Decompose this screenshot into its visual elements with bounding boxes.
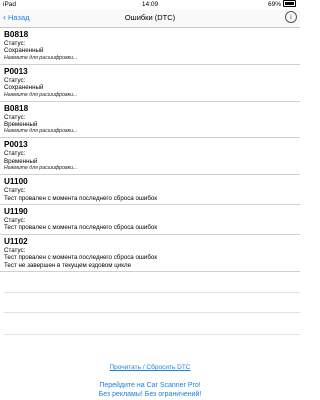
- page-title: Ошибки (DTC): [124, 13, 176, 22]
- dtc-code: U1102: [4, 236, 28, 246]
- dtc-status-value: Тест провален с момента последнего сброс…: [4, 224, 158, 232]
- dtc-status-value: Сохраненный: [4, 84, 44, 92]
- read-reset-dtc-link[interactable]: Прочитать / Сбросить DTC: [0, 364, 300, 371]
- dtc-decode-hint: Нажмите для расшифровки...: [4, 165, 78, 172]
- dtc-row[interactable]: B0818 Статус: Сохраненный Нажмите для расши…: [0, 28, 300, 65]
- upgrade-pro-link[interactable]: Перейдите на Car Scanner Pro! Без реклам…: [0, 382, 300, 399]
- navigation-bar: ‹ Назад Ошибки (DTC) i: [0, 10, 300, 28]
- dtc-code: U1190: [4, 207, 28, 217]
- dtc-row[interactable]: U1102 Статус: Тест провален с момента посл…: [0, 235, 300, 273]
- dtc-decode-hint: Нажмите для расшифровки...: [4, 54, 78, 61]
- dtc-row[interactable]: P0013 Статус: Сохраненный Нажмите для расши…: [0, 65, 300, 102]
- status-time: 14:09: [141, 1, 159, 8]
- dtc-status-value: Тест не завершен в текущем ездовом цикле: [4, 261, 132, 269]
- dtc-row[interactable]: U1190 Статус: Тест провален с момента посл…: [0, 205, 300, 235]
- dtc-status-label: Статус:: [4, 76, 26, 84]
- dtc-status-value: Временный: [4, 157, 38, 165]
- dtc-decode-hint: Нажмите для расшифровки...: [4, 91, 78, 98]
- empty-row-separator: [4, 292, 300, 293]
- dtc-status-label: Статус:: [4, 40, 26, 47]
- dtc-code: P0013: [4, 140, 28, 150]
- status-bar: iPad 14:09 69%: [0, 0, 300, 10]
- promo-line-2: Без рекламы! Без ограничений!: [98, 390, 202, 398]
- dtc-code: P0013: [4, 66, 28, 76]
- dtc-status-value: Тест провален с момента последнего сброс…: [4, 254, 158, 262]
- empty-row-separator: [4, 334, 300, 335]
- dtc-status-label: Статус:: [4, 150, 26, 158]
- battery-icon: [283, 0, 296, 8]
- dtc-code: B0818: [4, 30, 29, 39]
- dtc-status-value: Временный: [4, 121, 38, 129]
- dtc-status-label: Статус:: [4, 113, 26, 121]
- battery-indicator: 69%: [268, 0, 296, 10]
- dtc-row[interactable]: P0013 Статус: Временный Нажмите для расшифр…: [0, 138, 300, 176]
- dtc-status-label: Статус:: [4, 246, 26, 254]
- promo-line-1: Перейдите на Car Scanner Pro!: [99, 382, 201, 389]
- battery-percent: 69%: [267, 1, 281, 8]
- dtc-list: B0818 Статус: Сохраненный Нажмите для расши…: [0, 28, 300, 273]
- empty-row-separator: [4, 312, 300, 313]
- dtc-status-label: Статус:: [4, 187, 26, 195]
- dtc-code: U1100: [4, 177, 28, 187]
- dtc-decode-hint: Нажмите для расшифровки...: [4, 128, 78, 135]
- dtc-status-value: Сохраненный: [4, 47, 44, 55]
- info-button[interactable]: i: [285, 11, 297, 23]
- dtc-row[interactable]: U1100 Статус: Тест провален с момента посл…: [0, 175, 300, 206]
- dtc-code: B0818: [4, 103, 29, 113]
- dtc-status-label: Статус:: [4, 217, 26, 225]
- dtc-row[interactable]: B0818 Статус: Временный Нажмите для расшифр…: [0, 102, 300, 139]
- dtc-status-value: Тест провален с момента последнего сброс…: [4, 194, 158, 202]
